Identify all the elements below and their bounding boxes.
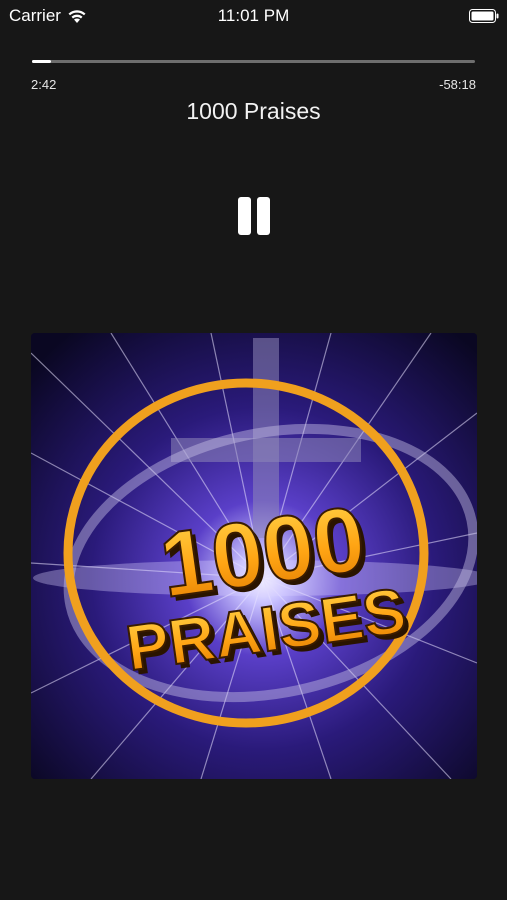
status-bar: Carrier 11:01 PM [0,0,507,34]
battery-icon [469,9,499,23]
progress-fill [32,60,52,63]
pause-bar-left [238,197,251,235]
elapsed-time: 2:42 [31,77,57,92]
artwork-graphic: 1000 1000 PRAISES PRAISES [31,333,477,779]
album-artwork: 1000 1000 PRAISES PRAISES [31,333,477,779]
progress-slider[interactable] [32,60,475,63]
remaining-time: -58:18 [439,77,476,92]
pause-button[interactable] [230,191,278,241]
pause-bar-right [257,197,270,235]
track-title: 1000 Praises [186,98,321,124]
status-time: 11:01 PM [217,6,290,25]
